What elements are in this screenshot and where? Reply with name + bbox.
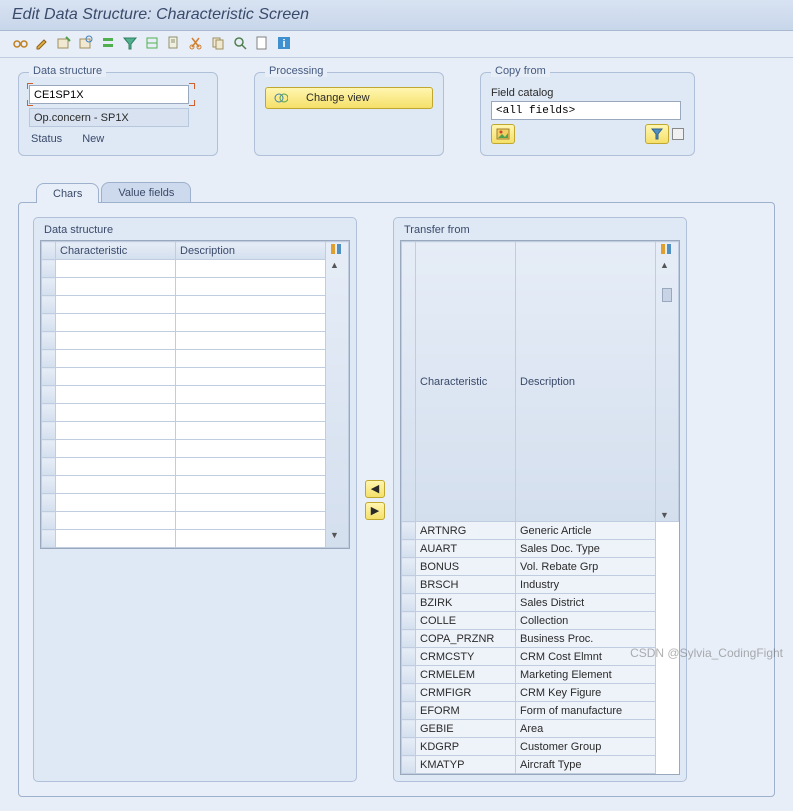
field-catalog-label: Field catalog	[491, 87, 684, 99]
scroll-thumb[interactable]	[662, 288, 672, 302]
col-description[interactable]: Description	[516, 242, 656, 522]
vscroll[interactable]: ▲ ▼	[656, 242, 679, 522]
table-row[interactable]	[42, 386, 349, 404]
glasses-icon[interactable]	[12, 35, 28, 51]
copy-from-group: Copy from Field catalog	[480, 72, 695, 156]
right-grid-wrap: Transfer from Characteristic Description…	[393, 217, 687, 782]
scroll-up-icon[interactable]: ▲	[660, 260, 674, 270]
op-concern-field: Op.concern - SP1X	[29, 108, 189, 127]
change-view-button[interactable]: Change view	[265, 87, 433, 109]
config-icon[interactable]	[660, 243, 674, 257]
table-row[interactable]: KDGRPCustomer Group	[402, 738, 679, 756]
processing-group: Processing Change view	[254, 72, 444, 156]
select-all[interactable]	[42, 242, 56, 260]
table-row[interactable]	[42, 404, 349, 422]
tab-value-fields[interactable]: Value fields	[101, 182, 191, 202]
search-icon[interactable]	[232, 35, 248, 51]
picture-icon	[496, 128, 510, 140]
table-row[interactable]: GEBIEArea	[402, 720, 679, 738]
scroll-down-icon[interactable]: ▼	[660, 510, 674, 520]
move-right-button[interactable]: ▶	[365, 502, 385, 520]
table-row[interactable]	[42, 476, 349, 494]
table-row[interactable]: ARTNRGGeneric Article	[402, 522, 679, 540]
table-row[interactable]: COLLECollection	[402, 612, 679, 630]
config-icon[interactable]	[330, 243, 344, 257]
triangle-right-icon: ▶	[371, 504, 379, 517]
change-doc-icon[interactable]	[166, 35, 182, 51]
scroll-down-icon[interactable]: ▼	[330, 530, 344, 540]
table-row[interactable]	[42, 350, 349, 368]
new-page-icon[interactable]	[254, 35, 270, 51]
svg-text:i: i	[282, 38, 285, 50]
tab-bar: Chars Value fields	[36, 182, 775, 202]
table-row[interactable]	[42, 368, 349, 386]
cut-icon[interactable]	[188, 35, 204, 51]
picture-button[interactable]	[491, 124, 515, 144]
data-structure-group: Data structure Op.concern - SP1X Status …	[18, 72, 218, 156]
table-row[interactable]	[42, 530, 349, 548]
table-row[interactable]	[42, 494, 349, 512]
status-value: New	[82, 133, 104, 145]
col-description[interactable]: Description	[176, 242, 326, 260]
page-title: Edit Data Structure: Characteristic Scre…	[0, 0, 793, 31]
create-char-icon[interactable]	[56, 35, 72, 51]
table-row[interactable]	[42, 296, 349, 314]
table-row[interactable]: CRMFIGRCRM Key Figure	[402, 684, 679, 702]
tab-chars[interactable]: Chars	[36, 183, 99, 203]
vscroll[interactable]: ▲ ▼	[326, 242, 349, 548]
scroll-up-icon[interactable]: ▲	[330, 260, 344, 270]
triangle-left-icon: ◀	[371, 482, 379, 495]
table-row[interactable]	[42, 422, 349, 440]
pencil-icon[interactable]	[34, 35, 50, 51]
table-row[interactable]	[42, 260, 349, 278]
data-structure-input[interactable]	[29, 85, 189, 104]
table-row[interactable]: CRMELEMMarketing Element	[402, 666, 679, 684]
filter-checkbox[interactable]	[672, 128, 684, 140]
change-view-label: Change view	[306, 92, 370, 104]
move-left-button[interactable]: ◀	[365, 480, 385, 498]
watermark: CSDN @Sylvia_CodingFight	[630, 646, 783, 660]
table-row[interactable]	[42, 278, 349, 296]
info-icon[interactable]: i	[276, 35, 292, 51]
group-label: Processing	[265, 65, 327, 77]
where-used-icon[interactable]	[144, 35, 160, 51]
tab-body: Data structure Characteristic Descriptio…	[18, 202, 775, 797]
toggle-icon	[274, 91, 288, 105]
table-row[interactable]	[42, 314, 349, 332]
col-characteristic[interactable]: Characteristic	[416, 242, 516, 522]
left-grid-wrap: Data structure Characteristic Descriptio…	[33, 217, 357, 782]
table-row[interactable]	[42, 458, 349, 476]
col-characteristic[interactable]: Characteristic	[56, 242, 176, 260]
table-row[interactable]: EFORMForm of manufacture	[402, 702, 679, 720]
right-grid-title: Transfer from	[400, 222, 680, 240]
table-row[interactable]	[42, 512, 349, 530]
table-row[interactable]	[42, 332, 349, 350]
display-char-icon[interactable]	[78, 35, 94, 51]
select-all[interactable]	[402, 242, 416, 522]
table-row[interactable]: BRSCHIndustry	[402, 576, 679, 594]
table-row[interactable]: KMATYPAircraft Type	[402, 756, 679, 774]
field-catalog-input[interactable]	[491, 101, 681, 120]
table-row[interactable]: BZIRKSales District	[402, 594, 679, 612]
filter-button[interactable]	[645, 124, 669, 144]
filter-icon	[651, 128, 663, 140]
left-grid-title: Data structure	[40, 222, 350, 240]
activate-icon[interactable]	[100, 35, 116, 51]
table-row[interactable]: AUARTSales Doc. Type	[402, 540, 679, 558]
toolbar: i	[0, 31, 793, 58]
table-row[interactable]: BONUSVol. Rebate Grp	[402, 558, 679, 576]
table-row[interactable]	[42, 440, 349, 458]
status-label: Status	[31, 133, 62, 145]
filter-icon[interactable]	[122, 35, 138, 51]
group-label: Data structure	[29, 65, 106, 77]
group-label: Copy from	[491, 65, 550, 77]
table-row[interactable]: COPA_PRZNRBusiness Proc.	[402, 630, 679, 648]
copy-icon[interactable]	[210, 35, 226, 51]
